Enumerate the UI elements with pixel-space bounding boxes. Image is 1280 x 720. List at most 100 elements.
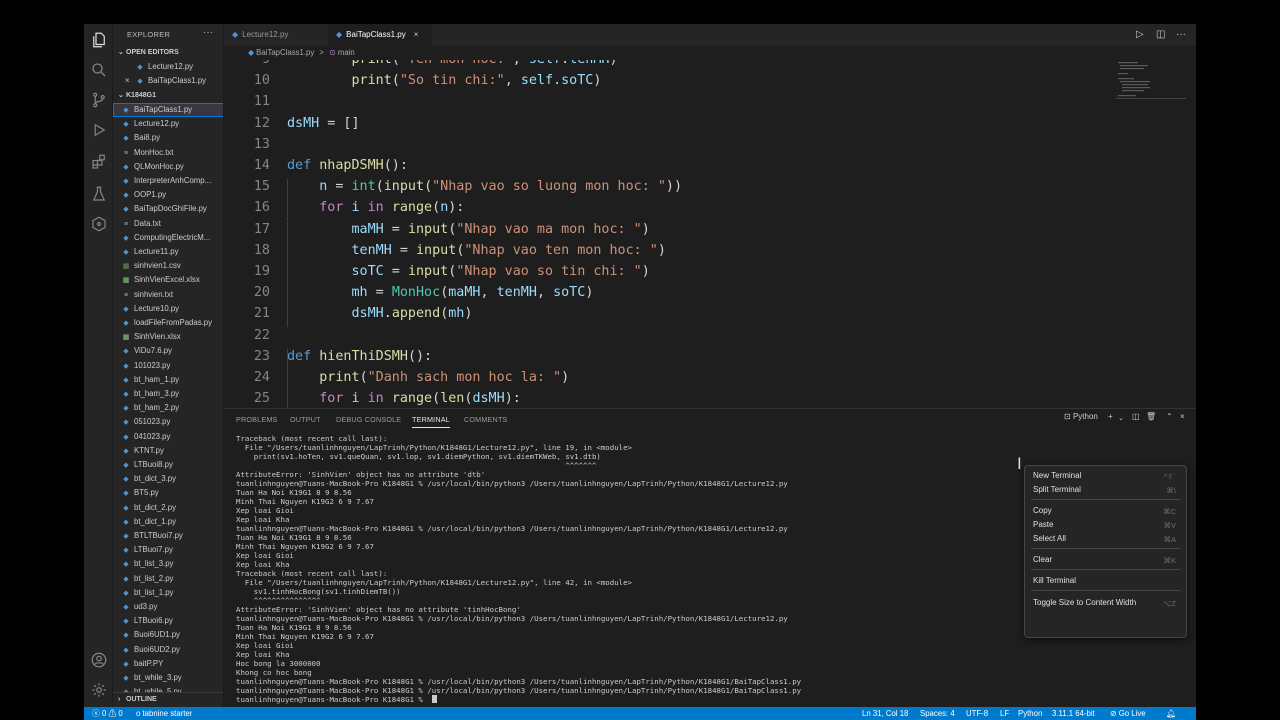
file-item[interactable]: ▦ SinhVienExcel.xlsx <box>113 273 223 287</box>
file-item[interactable]: ◆ InterpreterAnhComp... <box>113 174 223 188</box>
file-item[interactable]: ◆ BaiTapClass1.py <box>113 103 223 117</box>
file-item[interactable]: ≡ sinhvien.txt <box>113 288 223 302</box>
file-item[interactable]: ≡ MonHoc.txt <box>113 146 223 160</box>
file-item[interactable]: ◆ QLMonHoc.py <box>113 160 223 174</box>
tab-lecture12[interactable]: ◆ Lecture12.py <box>224 24 328 46</box>
chevron-down-icon[interactable]: ⌄ <box>1118 414 1124 422</box>
file-item[interactable]: ◆ bt_dict_3.py <box>113 472 223 486</box>
file-item[interactable]: ◆ Lecture11.py <box>113 245 223 259</box>
open-editors-section[interactable]: ⌄ OPEN EDITORS <box>113 46 223 59</box>
minimap[interactable] <box>1116 60 1186 100</box>
file-item[interactable]: ◆ bt_ham_3.py <box>113 387 223 401</box>
file-item[interactable]: ◆ bt_dict_1.py <box>113 515 223 529</box>
split-terminal-icon[interactable]: ◫ <box>1132 412 1140 421</box>
python-env-icon[interactable] <box>89 214 109 234</box>
menu-item[interactable]: Split Terminal <box>1033 485 1081 494</box>
file-item[interactable]: ◆ 041023.py <box>113 430 223 444</box>
close-icon[interactable]: × <box>125 74 135 88</box>
cursor-position[interactable]: Ln 31, Col 18 <box>862 707 908 720</box>
menu-item[interactable]: New Terminal <box>1033 471 1081 480</box>
file-item[interactable]: ◆ bt_dict_2.py <box>113 501 223 515</box>
file-item[interactable]: ◆ bt_while_3.py <box>113 671 223 685</box>
new-terminal-plus-icon[interactable]: + <box>1108 412 1113 421</box>
notifications-bell-icon[interactable]: 🔔︎ <box>1166 707 1176 720</box>
menu-item[interactable]: Kill Terminal <box>1033 576 1076 585</box>
code-editor[interactable]: 9 print("Ten mon hoc:", self.tenMH)10 pr… <box>224 60 1196 408</box>
search-icon[interactable] <box>89 60 109 80</box>
file-item[interactable]: ◆ 051023.py <box>113 415 223 429</box>
file-item[interactable]: ◆ Bai8.py <box>113 131 223 145</box>
file-item[interactable]: ◆ ud3.py <box>113 600 223 614</box>
more-actions-icon[interactable]: ··· <box>203 27 213 38</box>
file-item[interactable]: ◆ LTBuoi8.py <box>113 458 223 472</box>
settings-gear-icon[interactable] <box>89 680 109 700</box>
file-item[interactable]: ◆ bt_ham_2.py <box>113 401 223 415</box>
file-item[interactable]: ◆ Buoi6UD2.py <box>113 643 223 657</box>
explorer-files-icon[interactable] <box>89 30 109 50</box>
file-item[interactable]: ◆ 101023.py <box>113 359 223 373</box>
tab-output[interactable]: OUTPUT <box>290 415 321 424</box>
run-icon[interactable]: ▷ <box>1136 24 1144 46</box>
file-item[interactable]: ▦ sinhvien1.csv <box>113 259 223 273</box>
extensions-icon[interactable] <box>89 152 109 172</box>
file-item[interactable]: ◆ LTBuoi7.py <box>113 543 223 557</box>
open-editor-item[interactable]: ◆ Lecture12.py <box>113 60 223 74</box>
tab-terminal[interactable]: TERMINAL <box>412 415 450 428</box>
outline-section[interactable]: › OUTLINE <box>113 692 223 705</box>
file-item[interactable]: ◆ bt_list_2.py <box>113 572 223 586</box>
file-item[interactable]: ◆ KTNT.py <box>113 444 223 458</box>
file-item[interactable]: ◆ Lecture12.py <box>113 117 223 131</box>
file-item[interactable]: ◆ BT5.py <box>113 486 223 500</box>
tab-problems[interactable]: PROBLEMS <box>236 415 278 424</box>
file-item[interactable]: ◆ BaiTapDocGhiFile.py <box>113 202 223 216</box>
file-item[interactable]: ◆ loadFileFromPadas.py <box>113 316 223 330</box>
encoding[interactable]: UTF-8 <box>966 707 988 720</box>
run-debug-icon[interactable] <box>89 120 109 140</box>
file-item[interactable]: ◆ bt_list_1.py <box>113 586 223 600</box>
file-item[interactable]: ◆ BTLTBuoi7.py <box>113 529 223 543</box>
go-live-button[interactable]: ⊘ Go Live <box>1110 707 1146 720</box>
tab-baitapclass1[interactable]: ◆ BaiTapClass1.py × <box>328 24 432 46</box>
tab-debug-console[interactable]: DEBUG CONSOLE <box>336 415 401 424</box>
end-of-line[interactable]: LF <box>1000 707 1009 720</box>
more-icon[interactable]: ··· <box>1176 24 1186 46</box>
close-panel-icon[interactable]: × <box>1180 412 1185 421</box>
open-editor-item[interactable]: × ◆ BaiTapClass1.py <box>113 74 223 88</box>
tab-comments[interactable]: COMMENTS <box>464 415 508 424</box>
menu-item[interactable]: Toggle Size to Content Width <box>1033 598 1136 607</box>
file-item[interactable]: ◆ ComputingElectricM... <box>113 231 223 245</box>
file-item[interactable]: ◆ Lecture10.py <box>113 302 223 316</box>
split-editor-icon[interactable]: ◫ <box>1156 24 1165 46</box>
file-item[interactable]: ▦ SinhVien.xlsx <box>113 330 223 344</box>
terminal-instance[interactable]: ⊡ Python <box>1064 412 1098 421</box>
account-icon[interactable] <box>89 650 109 670</box>
tabnine-status[interactable]: o tabnine starter <box>136 707 192 720</box>
testing-flask-icon[interactable] <box>89 184 109 204</box>
maximize-panel-icon[interactable]: ⌃ <box>1166 412 1173 421</box>
terminal-line: ^^^^^^^^^^^^^^^ <box>236 596 321 605</box>
menu-item[interactable]: Copy <box>1033 506 1052 515</box>
file-item[interactable]: ◆ LTBuoi6.py <box>113 614 223 628</box>
breadcrumb-file[interactable]: BaiTapClass1.py <box>256 48 314 57</box>
file-item[interactable]: ◆ baitP.PY <box>113 657 223 671</box>
file-item[interactable]: ◆ bt_list_3.py <box>113 557 223 571</box>
file-item[interactable]: ◆ bt_ham_1.py <box>113 373 223 387</box>
folder-section[interactable]: ⌄ K1848G1 <box>113 89 223 102</box>
file-item[interactable]: ◆ ViDu7.6.py <box>113 344 223 358</box>
menu-item[interactable]: Paste <box>1033 520 1053 529</box>
file-item[interactable]: ≡ Data.txt <box>113 217 223 231</box>
indentation[interactable]: Spaces: 4 <box>920 707 955 720</box>
breadcrumb-symbol[interactable]: main <box>338 48 355 57</box>
file-name: bt_dict_2.py <box>134 502 177 512</box>
python-interpreter[interactable]: 3.11.1 64-bit <box>1052 707 1095 720</box>
problems-status[interactable]: ⓧ 0 ⚠ 0 <box>92 707 123 720</box>
close-icon[interactable]: × <box>414 30 419 39</box>
language-mode[interactable]: Python <box>1018 707 1042 720</box>
source-control-icon[interactable] <box>89 90 109 110</box>
menu-item[interactable]: Clear <box>1033 555 1052 564</box>
file-item[interactable]: ◆ Buoi6UD1.py <box>113 628 223 642</box>
file-item[interactable]: ◆ OOP1.py <box>113 188 223 202</box>
trash-icon[interactable]: 🗑 <box>1146 412 1156 421</box>
menu-item[interactable]: Select All <box>1033 534 1066 543</box>
